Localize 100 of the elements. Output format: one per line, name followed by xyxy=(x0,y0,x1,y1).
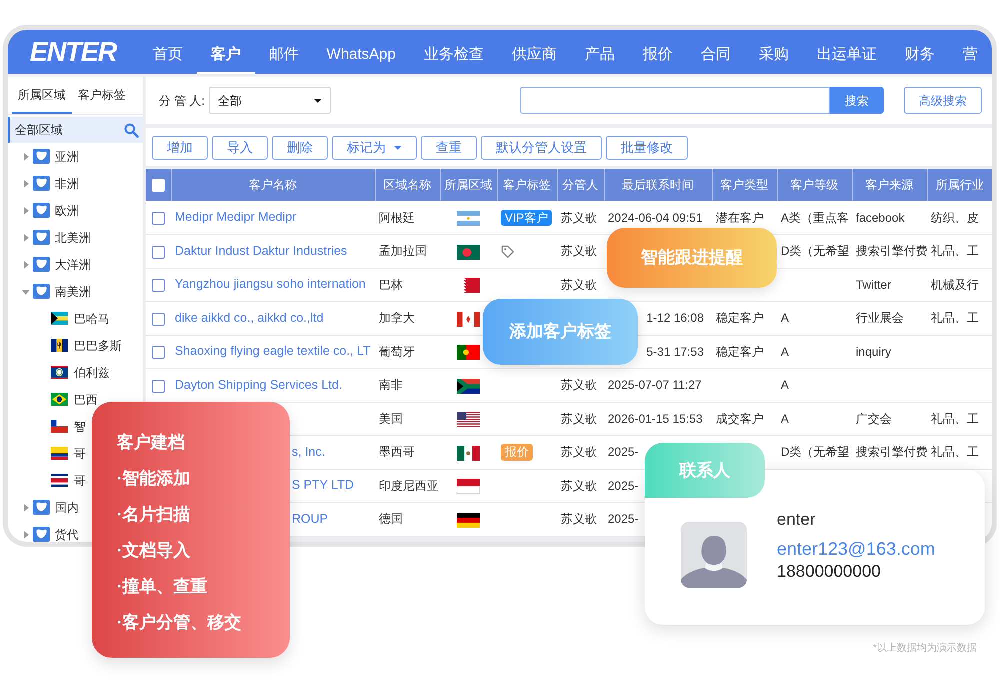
checkbox[interactable] xyxy=(152,212,165,225)
nav-tab[interactable]: 营 xyxy=(949,38,992,74)
tree-item[interactable]: 巴哈马 xyxy=(8,305,110,332)
tree-item[interactable]: 大洋洲 xyxy=(8,251,91,278)
flag-icon xyxy=(457,512,480,528)
table-cell: 2025- xyxy=(608,512,639,526)
table-cell: 礼品、工 xyxy=(931,311,979,326)
column-header: 客户名称 xyxy=(249,178,297,192)
sidebar-tab[interactable]: 所属区域 xyxy=(12,77,72,114)
search-icon[interactable] xyxy=(124,122,139,138)
table-cell: 加拿大 xyxy=(379,311,415,326)
nav-tab[interactable]: 采购 xyxy=(745,38,803,74)
table-cell: 墨西哥 xyxy=(379,445,415,460)
map-icon xyxy=(33,149,50,164)
toolbar-button[interactable]: 增加 xyxy=(152,136,208,160)
nav-tab[interactable]: 供应商 xyxy=(498,38,571,74)
flag-icon xyxy=(51,447,68,460)
toolbar-button[interactable]: 默认分管人设置 xyxy=(481,136,602,160)
table-cell: 行业展会 xyxy=(856,311,904,326)
tree-item[interactable]: 智 xyxy=(8,413,86,440)
nav-tab[interactable]: 首页 xyxy=(138,38,197,74)
tree-item[interactable]: 哥 xyxy=(8,440,86,467)
nav-tab[interactable]: 产品 xyxy=(571,38,629,74)
column-header: 客户等级 xyxy=(790,178,838,192)
tree-item[interactable]: 全部区域 xyxy=(8,117,143,143)
customer-name-link[interactable]: ROUP xyxy=(292,512,328,526)
table-cell: 纺织、皮 xyxy=(931,210,979,224)
column-header: 客户类型 xyxy=(720,178,768,192)
nav-tab[interactable]: WhatsApp xyxy=(312,38,410,74)
table-cell: 礼品、工 xyxy=(931,244,979,258)
checkbox[interactable] xyxy=(152,312,165,326)
table-cell: 成交客户 xyxy=(716,412,764,426)
nav-tab[interactable]: 邮件 xyxy=(254,38,313,74)
flag-icon xyxy=(457,412,480,428)
toolbar-button[interactable]: 批量修改 xyxy=(606,136,688,160)
column-header: 客户标签 xyxy=(503,178,551,192)
table-cell: 广交会 xyxy=(856,412,892,426)
tree-item[interactable]: 南美洲 xyxy=(8,278,91,305)
tree-item[interactable]: 哥 xyxy=(8,467,86,494)
table-cell: 苏义歌 xyxy=(561,478,597,493)
table-cell: 阿根廷 xyxy=(379,210,415,224)
map-icon xyxy=(33,257,50,272)
nav-tab[interactable]: 财务 xyxy=(891,38,949,74)
table-cell: 孟加拉国 xyxy=(379,244,427,258)
sidebar-tab[interactable]: 客户标签 xyxy=(72,77,132,114)
tree-item[interactable]: 国内 xyxy=(8,494,79,521)
table-cell: facebook xyxy=(856,210,905,224)
caret-icon xyxy=(314,96,322,104)
flag-icon xyxy=(457,210,480,226)
search-button[interactable]: 搜索 xyxy=(830,87,884,114)
nav-tab[interactable]: 报价 xyxy=(629,38,687,74)
tree-item[interactable]: 巴巴多斯 xyxy=(8,332,122,359)
customer-name-link[interactable]: dike aikkd co., aikkd co.,ltd xyxy=(175,310,324,325)
toolbar-button[interactable]: 查重 xyxy=(421,136,477,160)
table-cell: D类（无希望 xyxy=(781,244,850,258)
tree-item[interactable]: 北美洲 xyxy=(8,224,91,251)
nav-tab[interactable]: 合同 xyxy=(687,38,745,74)
advanced-search-button[interactable]: 高级搜索 xyxy=(904,87,982,114)
owner-select[interactable]: 全部 xyxy=(209,87,332,114)
table-cell: A xyxy=(781,311,790,326)
toolbar-button[interactable]: 标记为 xyxy=(332,136,417,160)
search-field[interactable] xyxy=(520,87,830,114)
tree-item[interactable]: 亚洲 xyxy=(8,143,79,170)
customer-name-link[interactable]: S PTY LTD xyxy=(292,478,354,492)
column-header: 客户来源 xyxy=(866,178,914,192)
table-cell: 2025- xyxy=(608,445,639,460)
column-header: 所属行业 xyxy=(936,178,984,192)
customer-name-link[interactable]: Dayton Shipping Services Ltd. xyxy=(175,378,342,392)
flag-icon xyxy=(457,378,480,394)
customer-name-link[interactable]: Daktur Indust Daktur Industries xyxy=(175,244,348,258)
checkbox[interactable] xyxy=(152,380,165,393)
contact-phone: 18800000000 xyxy=(777,562,882,582)
tree-item[interactable]: 欧洲 xyxy=(8,197,79,224)
customer-name-link[interactable]: Medipr Medipr Medipr xyxy=(175,210,297,224)
tree-item[interactable]: 伯利兹 xyxy=(8,359,110,386)
tag-icon[interactable] xyxy=(501,245,515,260)
checkbox[interactable] xyxy=(152,279,165,292)
toolbar-button[interactable]: 删除 xyxy=(272,136,328,160)
contact-name: enter xyxy=(777,510,817,530)
contact-email[interactable]: enter123@163.com xyxy=(777,538,936,562)
customer-tag: VIP客户 xyxy=(501,210,552,226)
nav-tab[interactable]: 客户 xyxy=(196,38,255,74)
customer-name-link[interactable]: Shaoxing flying eagle textile co., LT xyxy=(175,344,371,358)
tree-item[interactable]: 非洲 xyxy=(8,170,79,197)
table-cell: 礼品、工 xyxy=(931,412,979,426)
checkbox[interactable] xyxy=(152,346,165,360)
tree-item[interactable]: 巴西 xyxy=(8,386,98,413)
customer-name-link[interactable]: Yangzhou jiangsu soho internation xyxy=(175,277,366,292)
checkbox[interactable] xyxy=(152,246,165,259)
nav-tab[interactable]: 出运单证 xyxy=(803,38,891,74)
feature-item: ·智能添加 xyxy=(117,469,191,488)
nav-tab[interactable]: 业务检查 xyxy=(410,38,498,74)
column-header: 所属区域 xyxy=(444,178,492,192)
customer-name-link[interactable]: s, Inc. xyxy=(292,444,326,459)
customer-tag: 报价 xyxy=(501,444,533,461)
tree-item[interactable]: 货代 xyxy=(8,521,79,542)
toolbar-button[interactable]: 导入 xyxy=(212,136,268,160)
logo: ENTER xyxy=(29,38,118,66)
card-title: 客户建档 xyxy=(117,433,185,452)
table-cell: A xyxy=(781,378,790,392)
